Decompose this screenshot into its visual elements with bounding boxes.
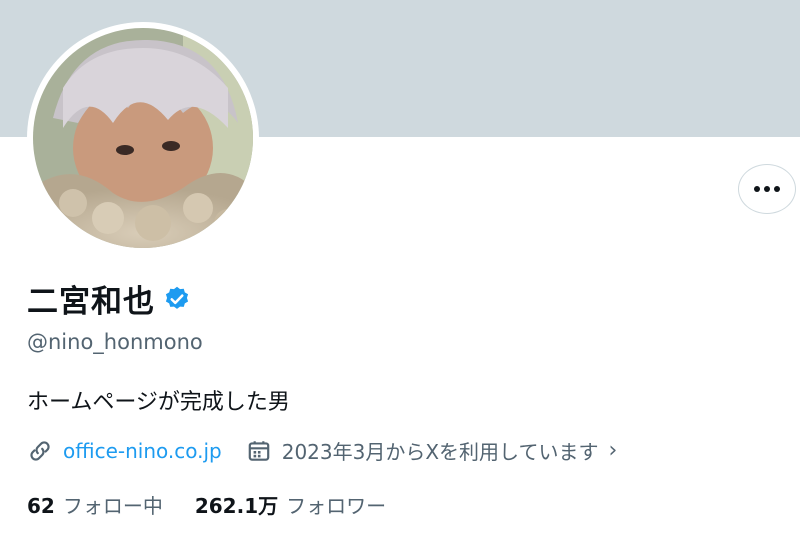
link-icon — [30, 440, 50, 461]
joined-item[interactable]: 2023年3月からXを利用しています › — [246, 436, 618, 465]
followers-stat[interactable]: 262.1万 フォロワー — [195, 490, 386, 519]
joined-date: 2023年3月からXを利用しています — [281, 440, 599, 464]
website-link[interactable]: office-nino.co.jp — [63, 439, 222, 463]
chevron-right-icon: › — [608, 438, 618, 463]
more-dots-icon — [754, 186, 760, 192]
following-count: 62 — [27, 494, 55, 518]
profile-meta: office-nino.co.jp 2023年3月からXを利用しています › — [27, 436, 617, 465]
verified-badge-icon[interactable] — [163, 285, 191, 313]
profile-avatar[interactable] — [27, 22, 259, 254]
profile-name-row: 二宮和也 — [27, 276, 191, 321]
followers-label: フォロワー — [286, 494, 387, 518]
profile-bio: ホームページが完成した男 — [27, 390, 290, 415]
followers-count: 262.1万 — [194, 494, 279, 518]
profile-handle: @nino_honmono — [27, 330, 203, 354]
avatar-photo — [33, 28, 253, 248]
website-item: office-nino.co.jp — [27, 438, 222, 464]
following-label: フォロー中 — [62, 494, 163, 518]
more-options-button[interactable] — [738, 164, 796, 214]
display-name: 二宮和也 — [27, 284, 155, 320]
following-stat[interactable]: 62 フォロー中 — [27, 490, 163, 519]
calendar-icon — [248, 440, 270, 461]
follow-stats: 62 フォロー中 262.1万 フォロワー — [27, 490, 386, 519]
